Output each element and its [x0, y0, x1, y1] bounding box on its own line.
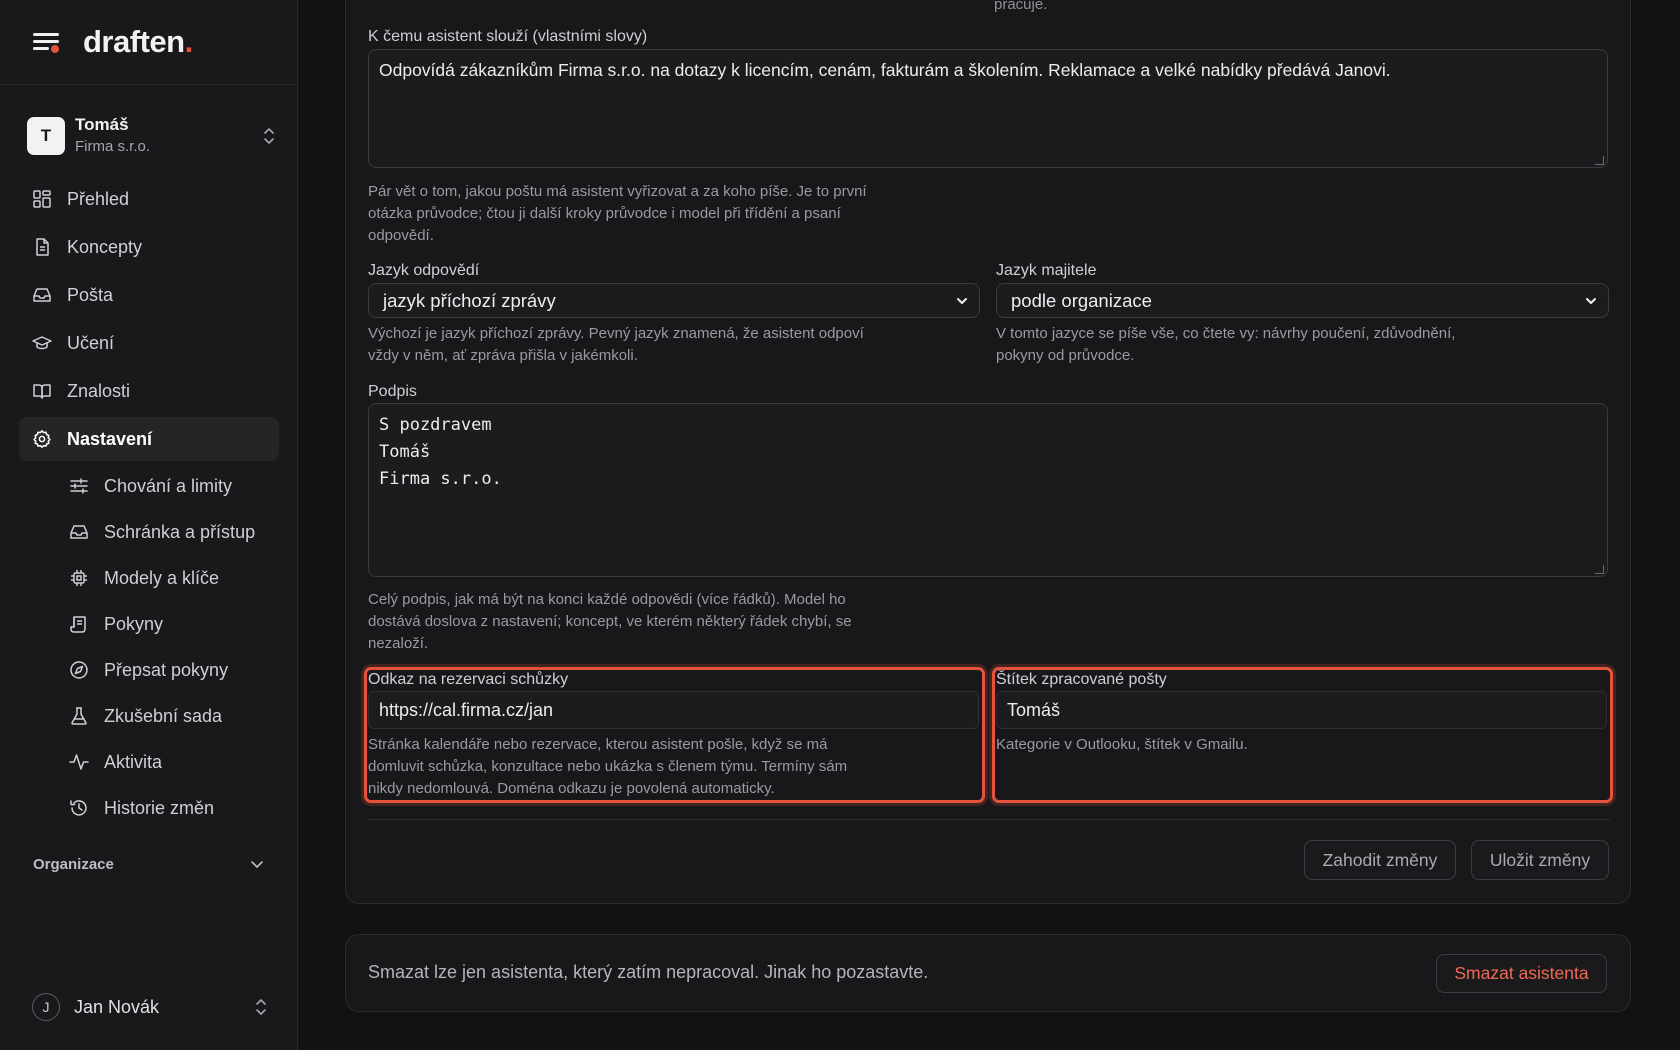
purpose-label: K čemu asistent slouží (vlastními slovy) — [368, 28, 648, 45]
booking-value: https://cal.firma.cz/jan — [379, 699, 554, 720]
mail-tag-value: Tomáš — [1007, 699, 1061, 720]
account-switcher[interactable]: T Tomáš Firma s.r.o. — [27, 104, 277, 168]
logo[interactable]: draften. — [83, 24, 193, 60]
signature-line: Tomáš — [379, 442, 431, 462]
book-icon — [33, 384, 51, 399]
activity-icon — [69, 754, 89, 770]
account-name: Tomáš — [75, 115, 129, 134]
signature-help: Celý podpis, jak má být na konci každé o… — [368, 591, 852, 652]
form-divider — [368, 819, 1610, 820]
dashboard-icon — [33, 190, 51, 208]
save-changes-button[interactable]: Uložit změny — [1471, 840, 1609, 880]
chip-icon — [71, 570, 87, 586]
nav-item-label: Nastavení — [67, 428, 153, 449]
subnav-item-label: Modely a klíče — [104, 567, 220, 588]
subnav-item-prepsat[interactable]: Přepsat pokyny — [19, 649, 279, 691]
nav-item-label: Přehled — [67, 188, 130, 209]
reply-language-value: jazyk příchozí zprávy — [383, 289, 556, 311]
owner-language-select[interactable]: podle organizace — [996, 283, 1609, 318]
discard-changes-button[interactable]: Zahodit změny — [1304, 840, 1456, 880]
nav-item-koncepty[interactable]: Koncepty — [19, 225, 279, 269]
subnav-item-label: Přepsat pokyny — [104, 659, 229, 680]
owner-language-value: podle organizace — [1011, 289, 1152, 311]
nav-item-posta[interactable]: Pošta — [19, 273, 279, 317]
nav-item-znalosti[interactable]: Znalosti — [19, 369, 279, 413]
owner-language-help: V tomto jazyce se píše vše, co čtete vy:… — [996, 325, 1456, 364]
purpose-help: Pár vět o tom, jakou poštu má asistent v… — [368, 183, 867, 244]
main-content: pracuje. K čemu asistent slouží (vlastní… — [298, 0, 1680, 1050]
delete-assistant-button[interactable]: Smazat asistenta — [1436, 954, 1607, 993]
subnav-item-aktivita[interactable]: Aktivita — [19, 741, 279, 783]
signature-line: Firma s.r.o. — [379, 469, 502, 489]
compass-icon — [70, 661, 88, 679]
user-avatar: J — [32, 993, 60, 1021]
brand-bar: draften. — [0, 0, 297, 85]
user-name: Jan Novák — [74, 996, 160, 1017]
booking-label: Odkaz na rezervaci schůzky — [368, 671, 569, 688]
subnav-item-label: Chování a limity — [104, 475, 233, 496]
graduation-cap-icon — [32, 336, 52, 350]
reply-language-label: Jazyk odpovědí — [368, 262, 480, 279]
sidebar: draften. T Tomáš Firma s.r.o. Přehled Ko… — [0, 0, 298, 1050]
scroll-icon — [70, 616, 86, 633]
menu-icon[interactable] — [33, 30, 61, 54]
previous-help-text: pracuje. — [994, 0, 1048, 13]
signature-label: Podpis — [368, 383, 417, 400]
nav-item-uceni[interactable]: Učení — [19, 321, 279, 365]
organization-label: Organizace — [33, 855, 114, 873]
sliders-icon — [70, 478, 88, 494]
mail-tag-input[interactable]: Tomáš — [996, 691, 1607, 729]
delete-assistant-text: Smazat lze jen asistenta, který zatím ne… — [368, 962, 929, 982]
delete-assistant-card: Smazat lze jen asistenta, který zatím ne… — [345, 934, 1631, 1012]
inbox-icon — [70, 525, 88, 539]
booking-help: Stránka kalendáře nebo rezervace, kterou… — [368, 736, 848, 797]
chevron-down-icon — [1586, 298, 1596, 304]
subnav-item-label: Pokyny — [104, 613, 164, 634]
subnav-item-pokyny[interactable]: Pokyny — [19, 603, 279, 645]
subnav-item-zkusebni[interactable]: Zkušební sada — [19, 695, 279, 737]
flask-icon — [71, 707, 87, 725]
mail-tag-label: Štítek zpracované pošty — [996, 671, 1167, 688]
signature-line: S pozdravem — [379, 415, 492, 435]
owner-language-label: Jazyk majitele — [996, 262, 1097, 279]
purpose-value: Odpovídá zákazníkům Firma s.r.o. na dota… — [379, 60, 1391, 80]
nav-item-label: Znalosti — [67, 380, 131, 401]
account-avatar: T — [27, 117, 65, 155]
document-icon — [36, 238, 49, 256]
chevron-down-icon — [957, 298, 967, 304]
inbox-icon — [33, 288, 51, 302]
subnav-item-modely[interactable]: Modely a klíče — [19, 557, 279, 599]
history-icon — [70, 800, 87, 816]
subnav-item-label: Historie změn — [104, 797, 215, 818]
signature-textarea[interactable]: S pozdravem Tomáš Firma s.r.o. — [368, 403, 1608, 577]
subnav-item-schranka[interactable]: Schránka a přístup — [19, 511, 279, 553]
chevrons-up-down-icon — [256, 999, 266, 1015]
chevrons-up-down-icon — [261, 125, 277, 147]
subnav-item-historie[interactable]: Historie změn — [19, 787, 279, 829]
nav-item-prehled[interactable]: Přehled — [19, 177, 279, 221]
gear-icon — [33, 430, 51, 448]
chevron-down-icon — [251, 861, 263, 868]
subnav-item-label: Schránka a přístup — [104, 521, 256, 542]
main-nav: Přehled Koncepty Pošta Učení Znalosti Na… — [0, 177, 297, 829]
account-org: Firma s.r.o. — [75, 138, 151, 155]
mail-tag-help: Kategorie v Outlooku, štítek v Gmailu. — [996, 736, 1248, 753]
subnav-item-chovani[interactable]: Chování a limity — [19, 465, 279, 507]
purpose-textarea[interactable]: Odpovídá zákazníkům Firma s.r.o. na dota… — [368, 49, 1608, 168]
reply-language-select[interactable]: jazyk příchozí zprávy — [368, 283, 980, 318]
nav-item-label: Učení — [67, 332, 115, 353]
nav-item-label: Koncepty — [67, 236, 143, 257]
nav-item-nastaveni[interactable]: Nastavení — [19, 417, 279, 461]
subnav-item-label: Zkušební sada — [104, 705, 223, 726]
subnav-item-label: Aktivita — [104, 751, 163, 772]
user-menu[interactable]: J Jan Novák — [32, 991, 267, 1023]
reply-language-help: Výchozí je jazyk příchozí zprávy. Pevný … — [368, 325, 864, 364]
organization-section[interactable]: Organizace — [33, 852, 264, 876]
nav-item-label: Pošta — [67, 284, 114, 305]
booking-input[interactable]: https://cal.firma.cz/jan — [368, 691, 979, 729]
